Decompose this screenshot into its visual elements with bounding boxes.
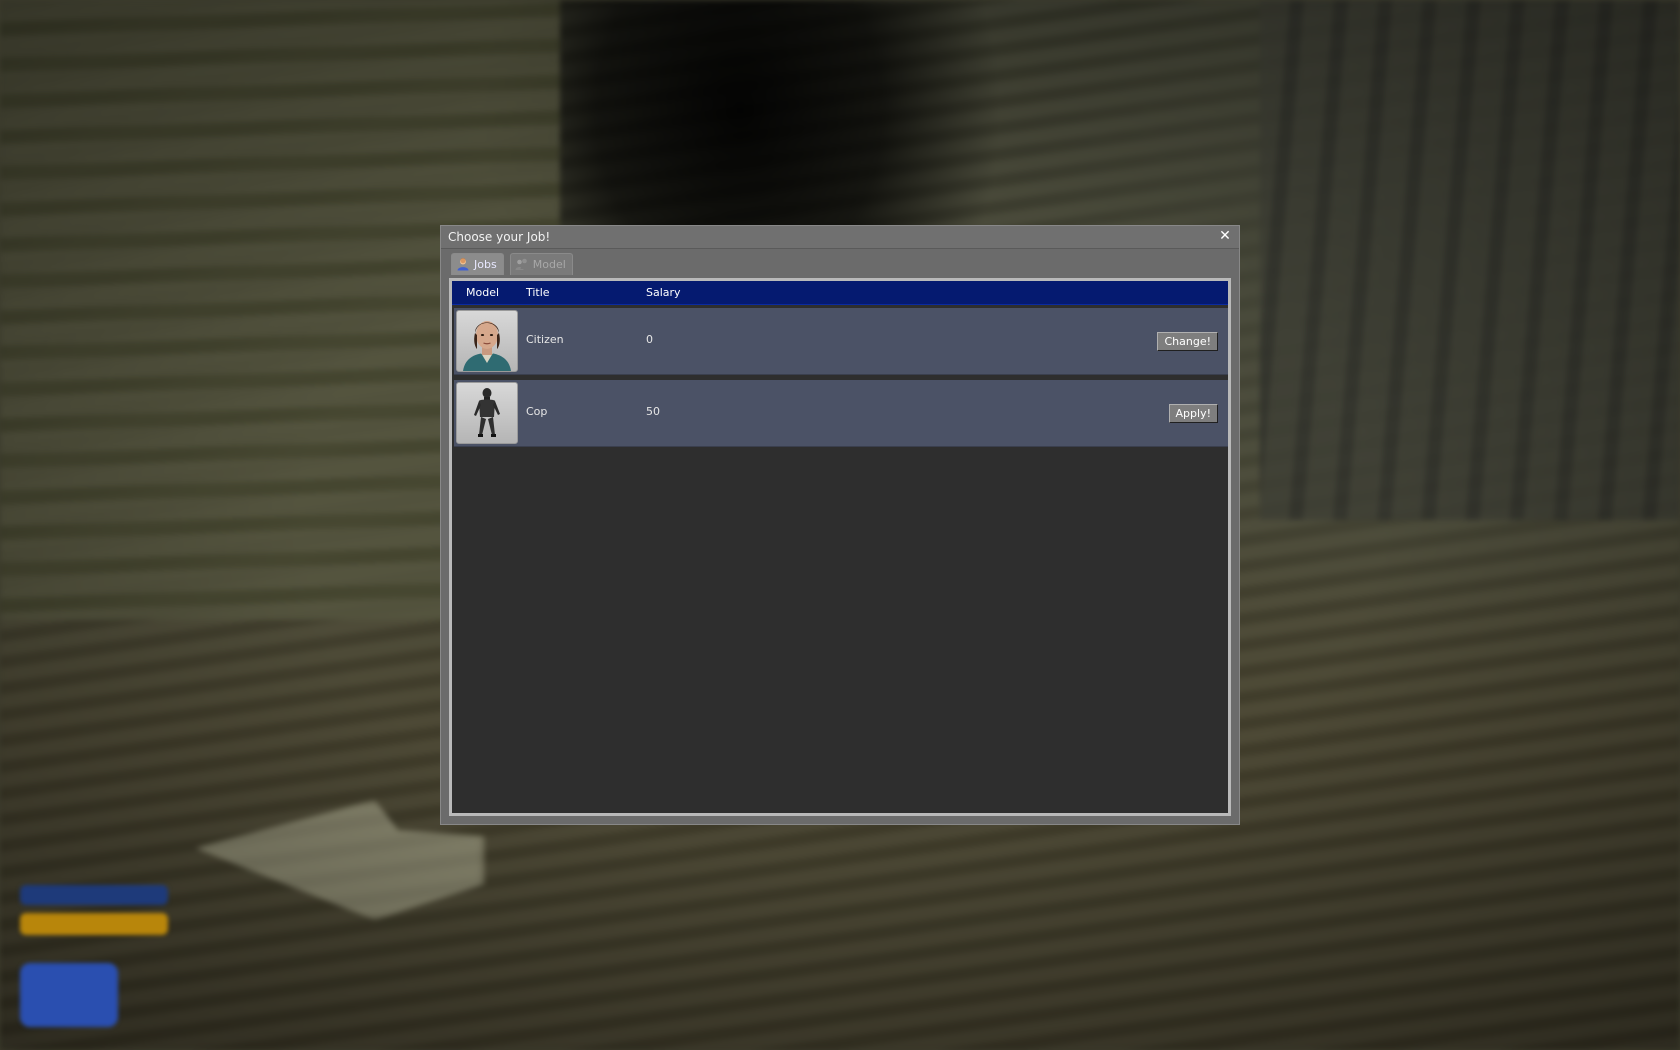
users-icon [515,258,529,270]
tab-bar: Jobs Model [451,253,574,275]
hud-job-bar [20,885,168,905]
jobs-panel: Model Title Salary Citizen 0 Change! Cop… [449,278,1231,816]
cop-figure [456,382,518,444]
hud-money-bar [20,913,168,935]
tab-model[interactable]: Model [509,253,573,275]
tab-model-label: Model [532,258,566,271]
job-salary: 0 [646,333,653,346]
cop-model-image [474,388,500,437]
column-title[interactable]: Title [526,286,550,299]
player-hud [20,885,168,1027]
window-title: Choose your Job! [448,230,551,244]
choose-job-window: Choose your Job! ✕ Jobs Model Model Titl… [440,225,1240,825]
close-icon[interactable]: ✕ [1217,228,1233,244]
tab-jobs-label: Jobs [474,258,497,271]
hud-health-box [20,963,118,1027]
job-row-cop[interactable]: Cop 50 Apply! [454,380,1228,447]
citizen-model-image [463,321,511,371]
tab-jobs[interactable]: Jobs [451,253,504,275]
title-bar[interactable]: Choose your Job! ✕ [441,226,1239,249]
job-title: Citizen [526,333,564,346]
job-row-citizen[interactable]: Citizen 0 Change! [454,308,1228,375]
user-icon [457,257,469,271]
column-model[interactable]: Model [466,286,499,299]
column-salary[interactable]: Salary [646,286,681,299]
citizen-portrait [456,310,518,372]
job-title: Cop [526,405,548,418]
change-button[interactable]: Change! [1157,332,1218,351]
list-header: Model Title Salary [452,281,1228,305]
job-salary: 50 [646,405,660,418]
apply-button[interactable]: Apply! [1168,404,1218,423]
jobs-list: Model Title Salary Citizen 0 Change! Cop… [452,281,1228,813]
